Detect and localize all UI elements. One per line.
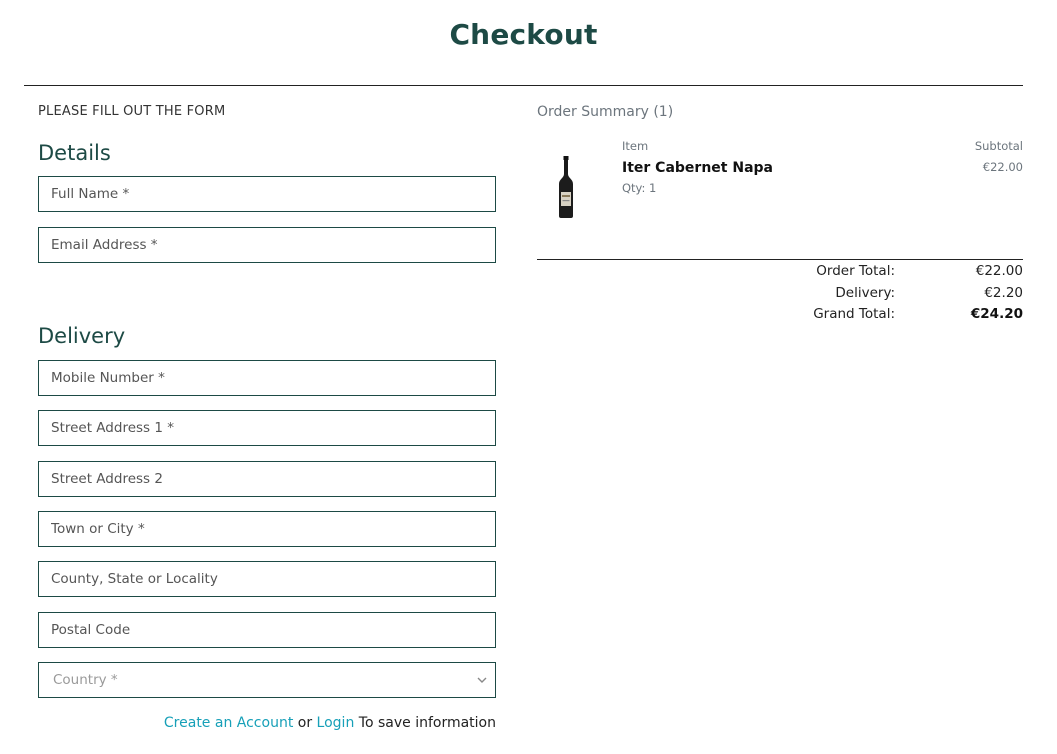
county-input[interactable]	[39, 562, 495, 596]
mobile-field[interactable]	[38, 360, 496, 396]
item-subtotal: €22.00	[982, 160, 1023, 174]
chevron-down-icon	[477, 677, 487, 683]
title-divider	[24, 85, 1023, 86]
summary-divider	[537, 259, 1023, 260]
street-address-2-input[interactable]	[39, 462, 495, 496]
postal-code-input[interactable]	[39, 613, 495, 647]
order-total-label: Order Total:	[816, 263, 895, 279]
street-address-2-field[interactable]	[38, 461, 496, 497]
delivery-label: Delivery:	[835, 285, 895, 301]
item-column-header: Item	[622, 139, 649, 153]
grand-total-row: Grand Total: €24.20	[537, 306, 1023, 326]
delivery-value: €2.20	[984, 285, 1023, 301]
item-name: Iter Cabernet Napa	[622, 160, 773, 176]
checkout-page: Checkout PLEASE FILL OUT THE FORM Detail…	[0, 0, 1057, 754]
page-title: Checkout	[449, 18, 598, 51]
account-or-text: or	[297, 715, 313, 731]
county-field[interactable]	[38, 561, 496, 597]
street-address-1-field[interactable]	[38, 410, 496, 446]
delivery-heading: Delivery	[38, 324, 126, 348]
town-city-input[interactable]	[39, 512, 495, 546]
details-heading: Details	[38, 141, 111, 165]
order-total-value: €22.00	[975, 263, 1023, 279]
town-city-field[interactable]	[38, 511, 496, 547]
street-address-1-input[interactable]	[39, 411, 495, 445]
create-account-link[interactable]: Create an Account	[164, 715, 293, 731]
postal-code-field[interactable]	[38, 612, 496, 648]
order-summary-title: Order Summary (1)	[537, 104, 674, 120]
item-quantity: Qty: 1	[622, 181, 657, 195]
login-link[interactable]: Login	[317, 715, 355, 731]
order-total-row: Order Total: €22.00	[537, 263, 1023, 283]
grand-total-value: €24.20	[970, 306, 1023, 322]
mobile-input[interactable]	[39, 361, 495, 395]
country-select[interactable]: Country *	[38, 662, 496, 698]
full-name-input[interactable]	[39, 177, 495, 211]
subtotal-column-header: Subtotal	[974, 139, 1023, 153]
account-prompt: Create an Account or Login To save infor…	[38, 715, 496, 731]
full-name-field[interactable]	[38, 176, 496, 212]
country-select-value: Country *	[53, 672, 118, 688]
email-field[interactable]	[38, 227, 496, 263]
grand-total-label: Grand Total:	[813, 306, 895, 322]
email-input[interactable]	[39, 228, 495, 262]
wine-bottle-image	[559, 156, 573, 218]
account-suffix-text: To save information	[358, 715, 496, 731]
form-instruction: PLEASE FILL OUT THE FORM	[38, 104, 226, 119]
delivery-row: Delivery: €2.20	[537, 285, 1023, 305]
